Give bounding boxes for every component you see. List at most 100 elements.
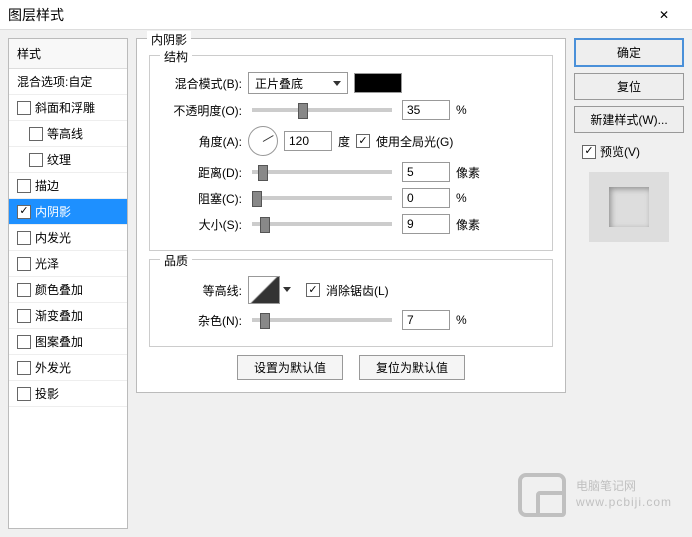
close-icon: ✕	[659, 8, 669, 22]
style-label: 投影	[35, 385, 59, 402]
style-checkbox[interactable]	[17, 361, 31, 375]
style-list: 斜面和浮雕等高线纹理描边内阴影内发光光泽颜色叠加渐变叠加图案叠加外发光投影	[9, 95, 127, 407]
choke-row: 阻塞(C): %	[162, 188, 540, 208]
style-item[interactable]: 投影	[9, 381, 127, 407]
angle-dial[interactable]	[248, 126, 278, 156]
style-checkbox[interactable]	[17, 231, 31, 245]
style-checkbox[interactable]	[29, 153, 43, 167]
angle-row: 角度(A): 度 使用全局光(G)	[162, 126, 540, 156]
structure-group: 结构 混合模式(B): 正片叠底 不透明度(O): % 角度(A):	[149, 55, 553, 251]
choke-input[interactable]	[402, 188, 450, 208]
size-unit: 像素	[456, 216, 480, 233]
center-panel: 内阴影 结构 混合模式(B): 正片叠底 不透明度(O): %	[136, 38, 566, 529]
style-checkbox[interactable]	[17, 205, 31, 219]
reset-default-button[interactable]: 复位为默认值	[359, 355, 465, 380]
blend-mode-label: 混合模式(B):	[162, 75, 242, 92]
style-checkbox[interactable]	[17, 309, 31, 323]
opacity-slider[interactable]	[252, 108, 392, 112]
noise-input[interactable]	[402, 310, 450, 330]
style-label: 光泽	[35, 255, 59, 272]
style-item[interactable]: 图案叠加	[9, 329, 127, 355]
distance-slider[interactable]	[252, 170, 392, 174]
styles-panel: 样式 混合选项:自定 斜面和浮雕等高线纹理描边内阴影内发光光泽颜色叠加渐变叠加图…	[8, 38, 128, 529]
distance-row: 距离(D): 像素	[162, 162, 540, 182]
angle-label: 角度(A):	[162, 133, 242, 150]
style-label: 纹理	[47, 151, 71, 168]
contour-picker[interactable]	[248, 276, 280, 304]
style-item[interactable]: 斜面和浮雕	[9, 95, 127, 121]
contour-label: 等高线:	[162, 282, 242, 299]
antialias-label: 消除锯齿(L)	[326, 282, 389, 299]
noise-row: 杂色(N): %	[162, 310, 540, 330]
structure-legend: 结构	[160, 48, 192, 65]
ok-button[interactable]: 确定	[574, 38, 684, 67]
style-item[interactable]: 内发光	[9, 225, 127, 251]
preview-checkbox[interactable]	[582, 145, 596, 159]
style-label: 外发光	[35, 359, 71, 376]
style-item[interactable]: 外发光	[9, 355, 127, 381]
size-input[interactable]	[402, 214, 450, 234]
noise-label: 杂色(N):	[162, 312, 242, 329]
style-item[interactable]: 颜色叠加	[9, 277, 127, 303]
antialias-checkbox[interactable]	[306, 283, 320, 297]
effect-title: 内阴影	[147, 31, 191, 48]
angle-unit: 度	[338, 133, 350, 150]
style-checkbox[interactable]	[17, 101, 31, 115]
opacity-unit: %	[456, 103, 467, 117]
styles-header: 样式	[9, 39, 127, 69]
watermark-line2: www.pcbiji.com	[576, 495, 672, 511]
preview-label: 预览(V)	[600, 143, 640, 160]
noise-slider[interactable]	[252, 318, 392, 322]
opacity-input[interactable]	[402, 100, 450, 120]
style-item[interactable]: 内阴影	[9, 199, 127, 225]
size-row: 大小(S): 像素	[162, 214, 540, 234]
watermark-text: 电脑笔记网 www.pcbiji.com	[576, 479, 672, 510]
distance-label: 距离(D):	[162, 164, 242, 181]
new-style-button[interactable]: 新建样式(W)...	[574, 106, 684, 133]
distance-input[interactable]	[402, 162, 450, 182]
blend-options-item[interactable]: 混合选项:自定	[9, 69, 127, 95]
close-button[interactable]: ✕	[644, 1, 684, 29]
style-checkbox[interactable]	[17, 387, 31, 401]
style-checkbox[interactable]	[17, 179, 31, 193]
blend-mode-select[interactable]: 正片叠底	[248, 72, 348, 94]
style-label: 等高线	[47, 125, 83, 142]
style-label: 描边	[35, 177, 59, 194]
quality-group: 品质 等高线: 消除锯齿(L) 杂色(N): %	[149, 259, 553, 347]
title-bar: 图层样式 ✕	[0, 0, 692, 30]
style-checkbox[interactable]	[17, 335, 31, 349]
choke-unit: %	[456, 191, 467, 205]
style-label: 颜色叠加	[35, 281, 83, 298]
cancel-button[interactable]: 复位	[574, 73, 684, 100]
style-checkbox[interactable]	[17, 257, 31, 271]
make-default-button[interactable]: 设置为默认值	[237, 355, 343, 380]
noise-unit: %	[456, 313, 467, 327]
opacity-label: 不透明度(O):	[162, 102, 242, 119]
style-label: 斜面和浮雕	[35, 99, 95, 116]
style-label: 图案叠加	[35, 333, 83, 350]
blend-mode-row: 混合模式(B): 正片叠底	[162, 72, 540, 94]
window-title: 图层样式	[8, 5, 644, 25]
opacity-row: 不透明度(O): %	[162, 100, 540, 120]
choke-label: 阻塞(C):	[162, 190, 242, 207]
quality-legend: 品质	[160, 252, 192, 269]
contour-row: 等高线: 消除锯齿(L)	[162, 276, 540, 304]
style-item[interactable]: 描边	[9, 173, 127, 199]
color-swatch[interactable]	[354, 73, 402, 93]
angle-input[interactable]	[284, 131, 332, 151]
main-content: 样式 混合选项:自定 斜面和浮雕等高线纹理描边内阴影内发光光泽颜色叠加渐变叠加图…	[0, 30, 692, 537]
default-buttons: 设置为默认值 复位为默认值	[149, 355, 553, 380]
size-slider[interactable]	[252, 222, 392, 226]
style-checkbox[interactable]	[17, 283, 31, 297]
style-item[interactable]: 纹理	[9, 147, 127, 173]
global-light-checkbox[interactable]	[356, 134, 370, 148]
distance-unit: 像素	[456, 164, 480, 181]
style-item[interactable]: 等高线	[9, 121, 127, 147]
blend-options-label: 混合选项:自定	[17, 73, 92, 90]
choke-slider[interactable]	[252, 196, 392, 200]
preview-swatch	[609, 187, 649, 227]
style-item[interactable]: 光泽	[9, 251, 127, 277]
style-checkbox[interactable]	[29, 127, 43, 141]
global-light-label: 使用全局光(G)	[376, 133, 453, 150]
style-item[interactable]: 渐变叠加	[9, 303, 127, 329]
